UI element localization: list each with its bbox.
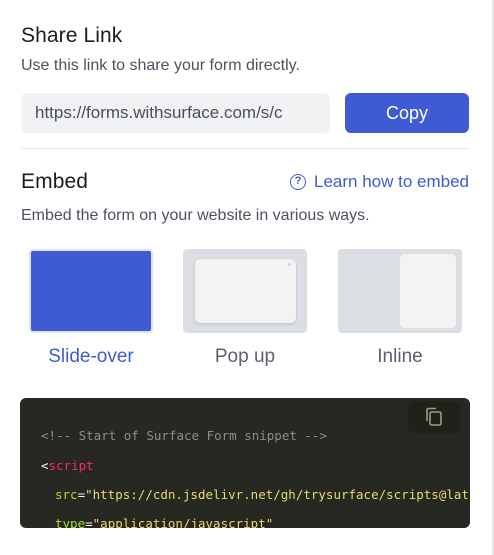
code-type-attr: type xyxy=(55,516,86,528)
share-link-title: Share Link xyxy=(21,24,123,47)
code-lt: < xyxy=(41,458,49,473)
code-comment-line: <!-- Start of Surface Form snippet --> xyxy=(41,428,327,443)
code-script-open-line: <script xyxy=(41,458,94,473)
help-circle-icon: ? xyxy=(290,174,306,190)
learn-link-label: Learn how to embed xyxy=(314,172,469,191)
learn-how-to-embed-link[interactable]: ? Learn how to embed xyxy=(290,172,469,192)
embed-option-inline[interactable] xyxy=(338,249,462,333)
copy-link-button[interactable]: Copy xyxy=(345,93,469,133)
code-src-value: "https://cdn.jsdelivr.net/gh/trysurface/… xyxy=(85,487,469,502)
section-divider xyxy=(21,148,469,149)
popup-preview-card xyxy=(195,259,296,323)
inline-preview-card xyxy=(400,254,456,328)
embed-option-pop-up[interactable] xyxy=(183,249,307,333)
code-script-tag: script xyxy=(48,458,94,473)
copy-code-button[interactable] xyxy=(408,401,460,433)
code-src-line: src="https://cdn.jsdelivr.net/gh/trysurf… xyxy=(55,487,469,502)
popup-close-dot xyxy=(288,263,291,266)
embed-title: Embed xyxy=(21,170,89,193)
code-type-line: type="application/javascript" xyxy=(55,516,273,528)
code-eq: = xyxy=(77,487,86,502)
share-link-subtitle: Use this link to share your form directl… xyxy=(21,57,300,74)
embed-subtitle: Embed the form on your website in variou… xyxy=(21,207,370,224)
share-link-field[interactable]: https://forms.withsurface.com/s/c xyxy=(21,93,330,133)
embed-option-label-pop-up[interactable]: Pop up xyxy=(183,346,307,368)
embed-code-block: <!-- Start of Surface Form snippet --> <… xyxy=(20,398,470,528)
share-link-row: https://forms.withsurface.com/s/c Copy xyxy=(21,93,469,133)
embed-option-label-inline[interactable]: Inline xyxy=(338,346,462,368)
embed-option-label-slide-over[interactable]: Slide-over xyxy=(29,346,153,368)
copy-icon xyxy=(426,407,442,426)
code-type-value: "application/javascript" xyxy=(92,516,274,528)
code-eq-2: = xyxy=(85,516,93,528)
embed-option-slide-over[interactable] xyxy=(29,249,153,333)
code-src-attr: src xyxy=(55,487,78,502)
